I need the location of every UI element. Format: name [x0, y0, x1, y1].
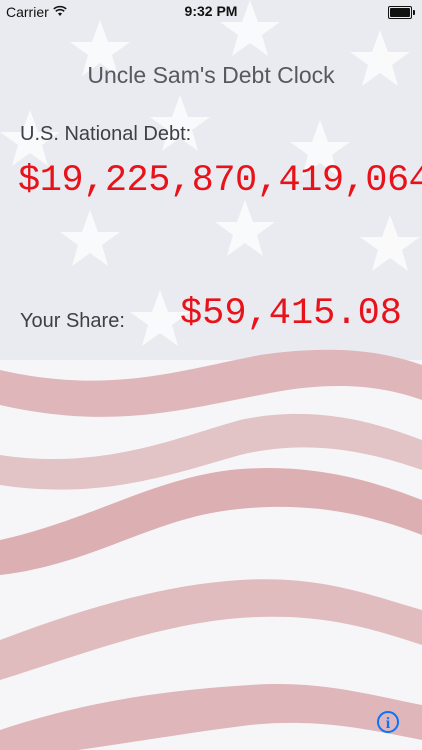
- status-time: 9:32 PM: [184, 3, 238, 19]
- flag-background: [0, 0, 422, 750]
- battery-level: [390, 8, 410, 17]
- your-share-label: Your Share:: [20, 310, 125, 332]
- battery-icon: [388, 6, 415, 19]
- info-button[interactable]: i: [377, 711, 399, 733]
- national-debt-value: $19,225,870,419,064: [18, 160, 422, 202]
- info-icon: i: [385, 715, 391, 732]
- national-debt-label: U.S. National Debt:: [20, 123, 192, 145]
- page-title: Uncle Sam's Debt Clock: [87, 62, 335, 88]
- status-bar: Carrier 9:32 PM: [0, 0, 422, 24]
- your-share-value: $59,415.08: [179, 293, 402, 335]
